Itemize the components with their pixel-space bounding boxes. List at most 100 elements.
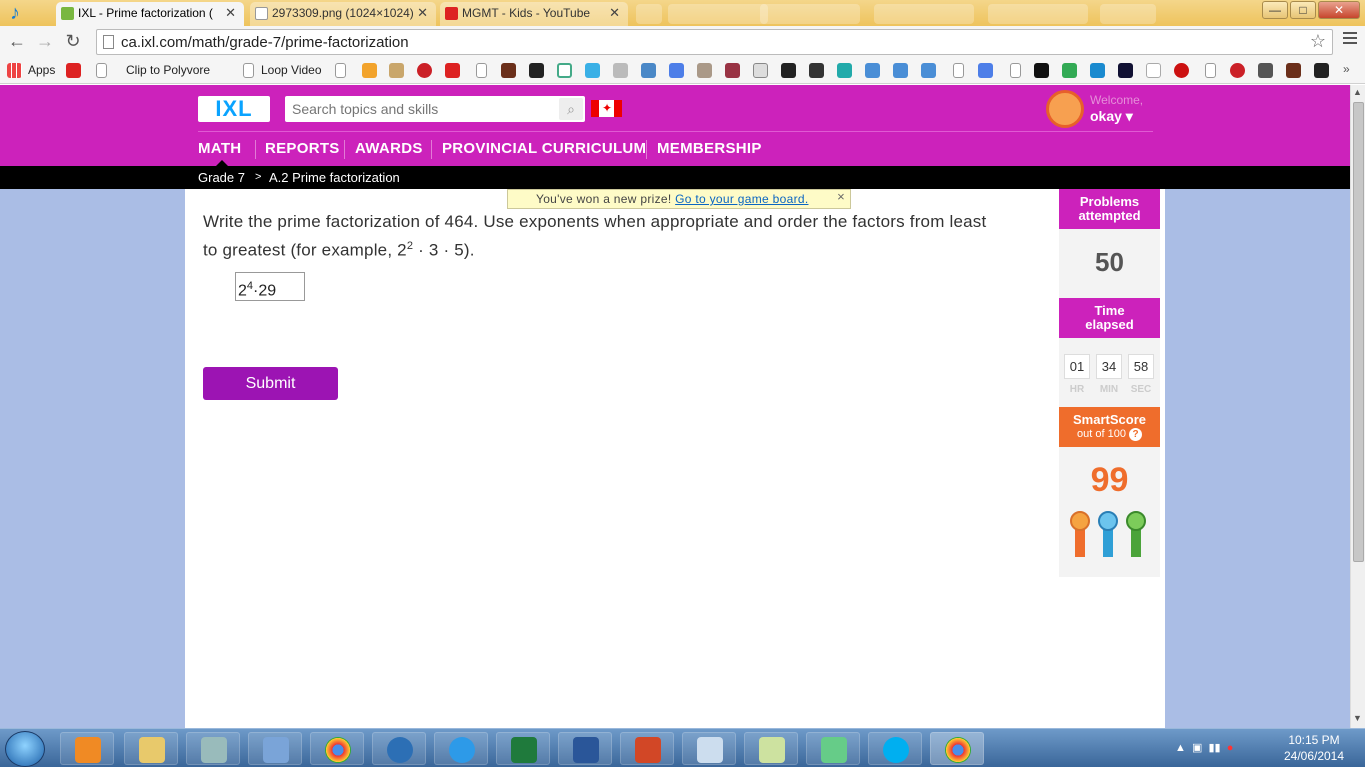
media-player-icon[interactable]	[60, 732, 114, 765]
submit-button[interactable]: Submit	[203, 367, 338, 400]
nav-provincial-curriculum[interactable]: PROVINCIAL CURRICULUM	[442, 140, 646, 157]
ixl-logo[interactable]: IXL	[198, 96, 270, 122]
clock-date[interactable]: 24/06/2014	[1282, 749, 1346, 763]
page-icon[interactable]	[96, 63, 107, 78]
start-button[interactable]	[5, 731, 45, 767]
system-tool-icon[interactable]	[372, 732, 426, 765]
system-tray-icons[interactable]: ▲ ▣ ▮▮ ●	[1175, 741, 1233, 754]
breadcrumb-grade[interactable]: Grade 7	[198, 170, 245, 185]
tab-youtube[interactable]: MGMT - Kids - YouTube ✕	[440, 2, 628, 26]
nav-awards[interactable]: AWARDS	[355, 140, 423, 157]
nav-reports[interactable]: REPORTS	[265, 140, 340, 157]
bookmark-icon[interactable]	[1286, 63, 1301, 78]
new-tab-button[interactable]	[636, 4, 662, 24]
tab-ixl[interactable]: IXL - Prime factorization ( ✕	[56, 2, 244, 26]
page-icon[interactable]	[1205, 63, 1216, 78]
bookmark-icon[interactable]	[697, 63, 712, 78]
page-icon[interactable]	[1010, 63, 1021, 78]
reload-icon[interactable]: ↻	[62, 30, 84, 52]
bookmark-icon[interactable]	[1314, 63, 1329, 78]
help-icon[interactable]: ?	[1129, 428, 1142, 441]
google-plus-icon[interactable]	[669, 63, 684, 78]
bookmark-star-icon[interactable]: ☆	[1310, 31, 1326, 52]
scroll-down-icon[interactable]: ▼	[1353, 713, 1362, 723]
forward-icon[interactable]: →	[34, 30, 56, 52]
bookmark-icon[interactable]	[1174, 63, 1189, 78]
file-explorer-icon[interactable]	[124, 732, 178, 765]
bookmark-icon[interactable]	[362, 63, 377, 78]
address-bar[interactable]: ☆	[96, 29, 1333, 55]
user-menu[interactable]: okay ▾	[1090, 108, 1133, 125]
bookmark-icon[interactable]	[529, 63, 544, 78]
close-tab-icon[interactable]: ✕	[417, 2, 428, 24]
avatar[interactable]	[1046, 90, 1084, 128]
pinterest-icon[interactable]	[417, 63, 432, 78]
page-icon[interactable]	[953, 63, 964, 78]
bookmark-icon[interactable]	[501, 63, 516, 78]
menu-icon[interactable]	[1343, 32, 1357, 47]
url-input[interactable]	[121, 32, 1291, 52]
bookmark-icon[interactable]	[335, 63, 346, 78]
bookmark-icon[interactable]	[837, 63, 852, 78]
folder-icon[interactable]	[744, 732, 798, 765]
maximize-button[interactable]: □	[1290, 1, 1316, 19]
nav-math[interactable]: MATH	[198, 140, 241, 157]
bookmark-icon[interactable]	[921, 63, 936, 78]
google-icon[interactable]	[557, 63, 572, 78]
powerpoint-icon[interactable]	[620, 732, 674, 765]
snipping-tool-icon[interactable]	[682, 732, 736, 765]
close-window-button[interactable]: ✕	[1318, 1, 1360, 19]
search-icon[interactable]: ⌕	[559, 98, 583, 120]
search-input[interactable]	[292, 100, 552, 118]
answer-input[interactable]: 24·29	[235, 272, 305, 301]
bookmark-clip-to-polyvore[interactable]: Clip to Polyvore	[126, 62, 210, 78]
close-tab-icon[interactable]: ✕	[225, 2, 236, 24]
bookmark-loop-video[interactable]: Loop Video	[261, 62, 322, 78]
word-icon[interactable]	[558, 732, 612, 765]
chrome-icon[interactable]	[930, 732, 984, 765]
bookmark-icon[interactable]	[781, 63, 796, 78]
tab-image[interactable]: 2973309.png (1024×1024) ✕	[250, 2, 436, 26]
pinterest-icon[interactable]	[1230, 63, 1245, 78]
game-board-link[interactable]: Go to your game board.	[675, 192, 808, 206]
back-icon[interactable]: ←	[6, 30, 28, 52]
paint-icon[interactable]	[248, 732, 302, 765]
nav-membership[interactable]: MEMBERSHIP	[657, 140, 762, 157]
calculator-icon[interactable]	[186, 732, 240, 765]
bookmark-icon[interactable]	[809, 63, 824, 78]
minimize-button[interactable]: —	[1262, 1, 1288, 19]
skype-icon[interactable]	[868, 732, 922, 765]
bookmark-apps[interactable]: Apps	[28, 62, 55, 78]
bookmark-icon[interactable]	[893, 63, 908, 78]
page-scrollbar[interactable]: ▲ ▼	[1350, 85, 1365, 728]
wikipedia-icon[interactable]	[1146, 63, 1161, 78]
bookmark-icon[interactable]	[1258, 63, 1273, 78]
clock-time[interactable]: 10:15 PM	[1282, 733, 1346, 747]
twitter-icon[interactable]	[585, 63, 600, 78]
close-icon[interactable]: ×	[837, 188, 845, 206]
bookmark-icon[interactable]	[725, 63, 740, 78]
internet-explorer-icon[interactable]	[434, 732, 488, 765]
bookmark-icon[interactable]	[1062, 63, 1077, 78]
bookmark-icon[interactable]	[1090, 63, 1105, 78]
bookmark-icon[interactable]	[1118, 63, 1133, 78]
scroll-up-icon[interactable]: ▲	[1353, 87, 1362, 97]
more-bookmarks-icon[interactable]: »	[1343, 62, 1350, 76]
youtube-icon[interactable]	[445, 63, 460, 78]
chrome-icon[interactable]	[310, 732, 364, 765]
scroll-thumb[interactable]	[1353, 102, 1364, 562]
bookmark-icon[interactable]	[865, 63, 880, 78]
page-icon[interactable]	[476, 63, 487, 78]
bookmark-icon[interactable]	[1034, 63, 1049, 78]
bookmark-icon[interactable]	[641, 63, 656, 78]
close-tab-icon[interactable]: ✕	[609, 2, 620, 24]
lastfm-icon[interactable]	[66, 63, 81, 78]
bookmark-icon[interactable]	[753, 63, 768, 78]
network-icon[interactable]	[806, 732, 860, 765]
apps-icon[interactable]	[7, 63, 22, 78]
excel-icon[interactable]	[496, 732, 550, 765]
google-plus-icon[interactable]	[978, 63, 993, 78]
page-icon[interactable]	[243, 63, 254, 78]
bookmark-icon[interactable]	[389, 63, 404, 78]
bookmark-icon[interactable]	[613, 63, 628, 78]
